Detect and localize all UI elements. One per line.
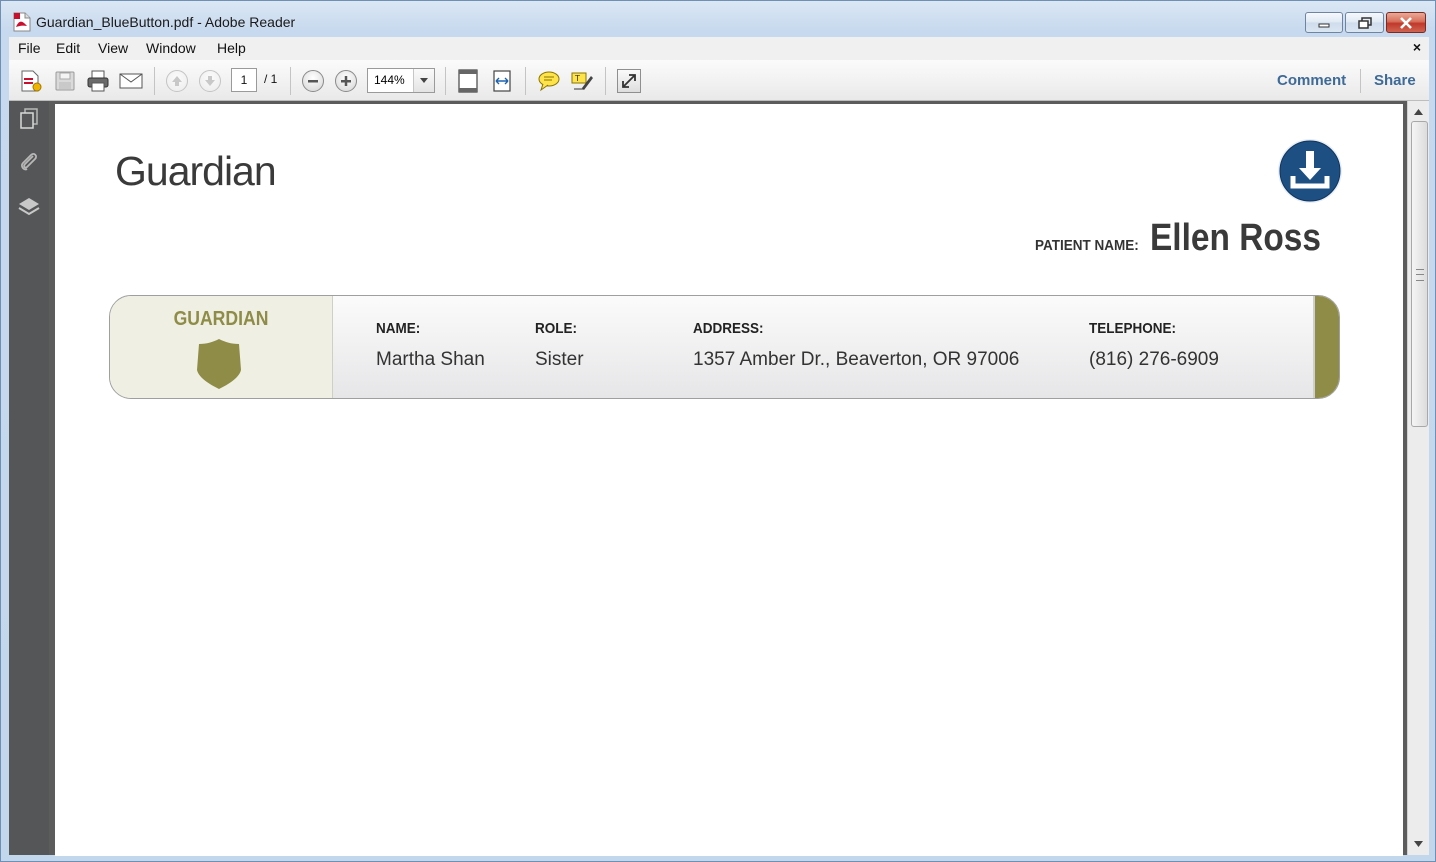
fit-width-icon (493, 70, 511, 92)
menu-file[interactable]: File (18, 40, 41, 56)
share-pane-button[interactable]: Share (1374, 72, 1416, 89)
title-bar: Guardian_BlueButton.pdf - Adobe Reader (1, 1, 1435, 37)
attachment-icon[interactable] (17, 150, 41, 174)
fit-page-button[interactable] (456, 69, 480, 93)
expand-icon (622, 74, 636, 88)
print-button[interactable] (86, 69, 110, 93)
menu-help[interactable]: Help (217, 40, 246, 56)
next-page-button[interactable] (199, 70, 221, 92)
menu-edit[interactable]: Edit (56, 40, 80, 56)
guardian-address-value: 1357 Amber Dr., Beaverton, OR 97006 (693, 349, 1020, 370)
guardian-role-value: Sister (535, 349, 584, 370)
previous-page-button[interactable] (166, 70, 188, 92)
scroll-up-arrow-icon[interactable] (1411, 105, 1426, 119)
page-total-label: / 1 (264, 72, 278, 86)
arrow-up-icon (172, 76, 182, 86)
menu-window[interactable]: Window (146, 40, 196, 56)
pages-icon[interactable] (17, 107, 41, 131)
toolbar: / 1 144% (9, 60, 1429, 101)
layers-icon[interactable] (17, 194, 41, 218)
comment-pane-button[interactable]: Comment (1277, 72, 1346, 89)
guardian-role-label: ROLE: (535, 320, 578, 337)
guardian-address-label: ADDRESS: (693, 320, 764, 337)
menu-view[interactable]: View (98, 40, 128, 56)
fit-page-icon (458, 69, 478, 93)
toolbar-separator (290, 67, 291, 95)
plus-icon (341, 76, 351, 86)
zoom-select[interactable]: 144% (367, 68, 435, 93)
close-window-button[interactable] (1386, 12, 1426, 33)
close-document-button[interactable]: × (1413, 39, 1421, 55)
minus-icon (308, 80, 318, 83)
email-button[interactable] (119, 69, 143, 93)
fit-width-button[interactable] (490, 69, 514, 93)
comment-bubble-icon (538, 71, 560, 92)
guardian-name-label: NAME: (376, 320, 421, 337)
window-title: Guardian_BlueButton.pdf - Adobe Reader (36, 14, 296, 30)
download-icon[interactable] (1277, 138, 1343, 204)
toolbar-separator (1360, 69, 1361, 93)
create-pdf-icon (21, 70, 42, 92)
pdf-page: Guardian PATIENT NAME: Ellen Ross GUARDI… (55, 104, 1403, 856)
guardian-card-brand-panel: GUARDIAN (110, 296, 333, 398)
chevron-down-icon[interactable] (413, 69, 434, 92)
guardian-brand-label: GUARDIAN (173, 308, 269, 330)
app-window: Guardian_BlueButton.pdf - Adobe Reader F… (0, 0, 1436, 862)
page-number-input[interactable] (231, 68, 257, 92)
guardian-telephone-label: TELEPHONE: (1089, 320, 1177, 337)
patient-name-value: Ellen Ross (1150, 217, 1321, 259)
vertical-scrollbar[interactable] (1407, 101, 1429, 855)
create-pdf-button[interactable] (19, 69, 43, 93)
toolbar-separator (154, 67, 155, 95)
highlighter-icon: T (571, 72, 593, 90)
full-screen-button[interactable] (617, 69, 641, 93)
zoom-out-button[interactable] (302, 70, 324, 92)
restore-button[interactable] (1345, 12, 1384, 33)
grip-icon (1416, 269, 1424, 281)
guardian-name-value: Martha Shan (376, 349, 485, 370)
envelope-icon (119, 73, 143, 89)
toolbar-separator (445, 67, 446, 95)
pdf-file-icon (13, 12, 31, 32)
minimize-icon (1318, 23, 1330, 27)
sticky-note-button[interactable] (537, 69, 561, 93)
restore-icon (1357, 16, 1372, 29)
guardian-telephone-value: (816) 276-6909 (1089, 349, 1219, 370)
save-icon (55, 71, 75, 91)
shield-icon (197, 339, 241, 389)
zoom-value: 144% (374, 73, 405, 87)
highlight-text-button[interactable]: T (570, 69, 594, 93)
scrollbar-thumb[interactable] (1411, 121, 1428, 427)
page-title: Guardian (115, 148, 277, 194)
navigation-pane (9, 101, 49, 855)
zoom-in-button[interactable] (335, 70, 357, 92)
toolbar-separator (605, 67, 606, 95)
guardian-card-accent (1313, 296, 1339, 398)
save-button[interactable] (53, 69, 77, 93)
print-icon (87, 70, 109, 92)
minimize-button[interactable] (1305, 12, 1343, 33)
scroll-down-arrow-icon[interactable] (1411, 837, 1426, 851)
patient-name-label: PATIENT NAME: (1035, 237, 1139, 254)
guardian-card: GUARDIAN NAME: Martha Shan ROLE: Sister … (109, 295, 1340, 399)
toolbar-separator (525, 67, 526, 95)
svg-text:T: T (574, 74, 580, 83)
arrow-down-icon (205, 76, 215, 86)
menu-bar: File Edit View Window Help × (9, 37, 1429, 60)
close-icon (1400, 16, 1412, 29)
